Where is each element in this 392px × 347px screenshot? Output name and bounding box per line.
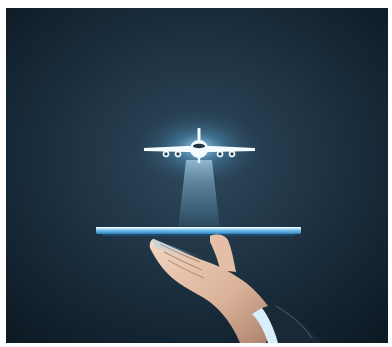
photo-scene bbox=[6, 8, 388, 343]
scene-illustration bbox=[6, 8, 388, 343]
tablet bbox=[96, 227, 301, 236]
